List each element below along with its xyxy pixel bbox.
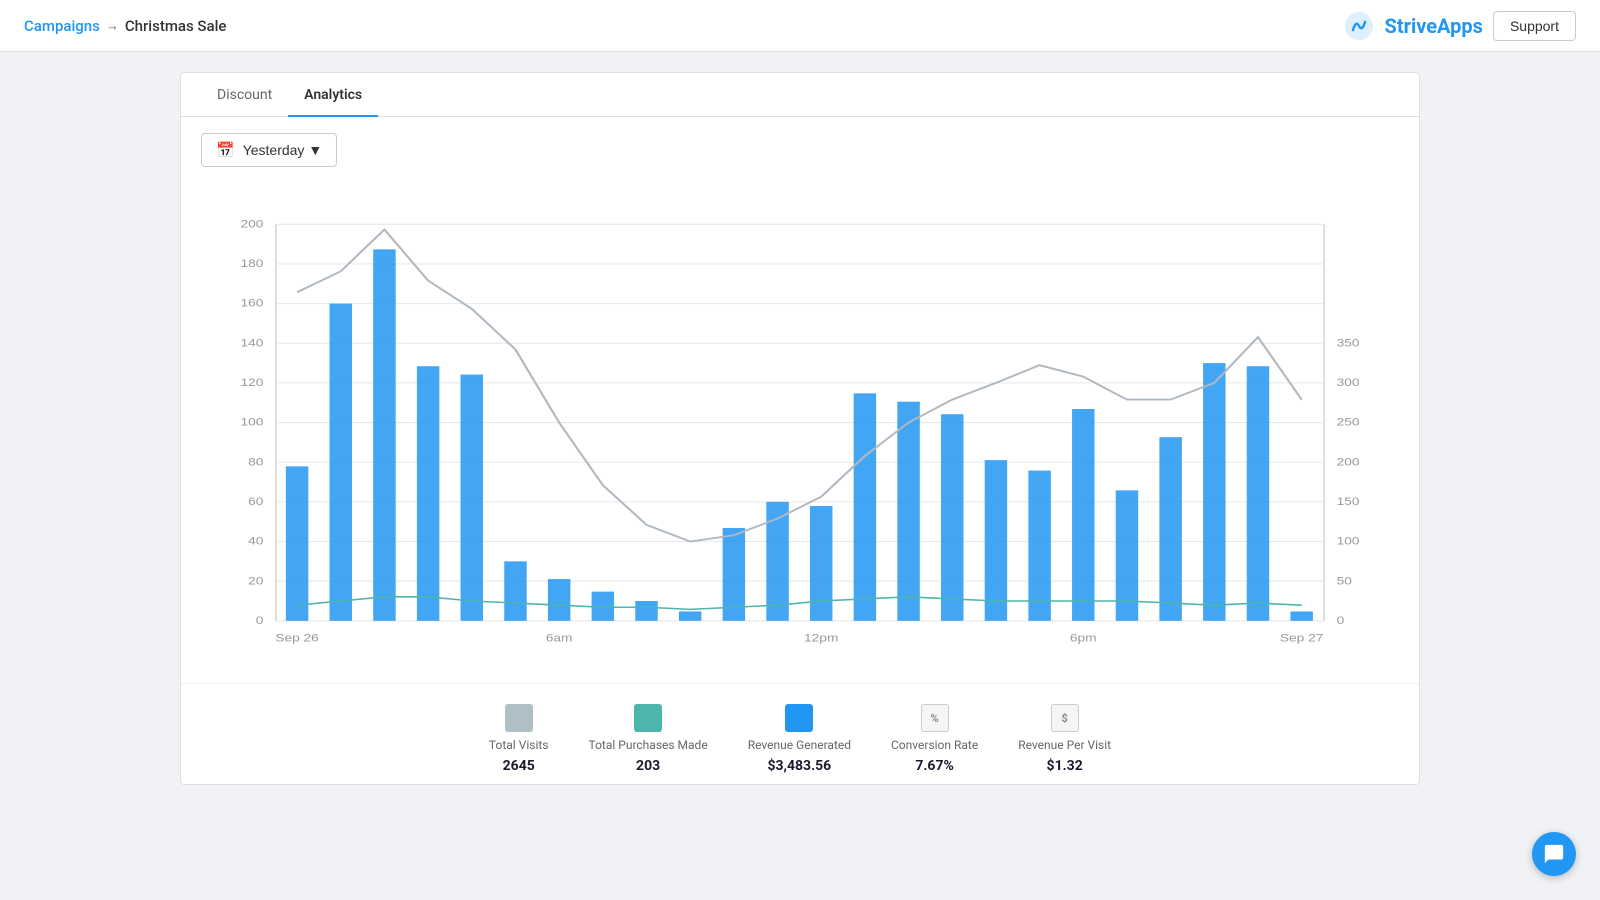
bar-11 [766, 502, 788, 621]
date-filter-button[interactable]: 📅 Yesterday ▼ [201, 133, 337, 167]
logo-area: StriveApps Support [1343, 10, 1576, 42]
bar-17 [1028, 471, 1050, 621]
svg-text:250: 250 [1337, 416, 1360, 429]
revenue-per-visit-value: $1.32 [1047, 758, 1083, 774]
legend-revenue-generated: Revenue Generated $3,483.56 [748, 704, 851, 774]
conversion-line [297, 597, 1302, 610]
strive-apps-logo-icon [1343, 10, 1375, 42]
svg-text:Sep 26: Sep 26 [275, 632, 318, 645]
svg-text:6pm: 6pm [1070, 632, 1097, 645]
revenue-generated-label: Revenue Generated [748, 738, 851, 752]
legend-total-purchases: Total Purchases Made 203 [588, 704, 707, 774]
svg-text:0: 0 [1337, 614, 1345, 627]
bar-15 [941, 414, 963, 621]
bar-13 [854, 393, 876, 620]
legend-revenue-per-visit: $ Revenue Per Visit $1.32 [1018, 704, 1111, 774]
svg-text:350: 350 [1337, 336, 1360, 349]
bar-18 [1072, 409, 1094, 621]
svg-text:100: 100 [1337, 535, 1360, 548]
svg-text:40: 40 [248, 535, 263, 548]
breadcrumb-current: Christmas Sale [125, 17, 227, 35]
bar-0 [286, 466, 308, 620]
conversion-rate-swatch: % [921, 704, 949, 732]
svg-text:12pm: 12pm [804, 632, 838, 645]
revenue-line [297, 230, 1302, 542]
support-button[interactable]: Support [1493, 11, 1576, 41]
header: Campaigns → Christmas Sale StriveApps Su… [0, 0, 1600, 52]
bar-3 [417, 366, 439, 621]
tab-analytics[interactable]: Analytics [288, 73, 378, 117]
svg-text:60: 60 [248, 495, 263, 508]
chat-icon [1543, 843, 1565, 865]
tabs: Discount Analytics [181, 73, 1419, 117]
svg-text:0: 0 [256, 614, 264, 627]
bar-12 [810, 506, 832, 621]
svg-text:50: 50 [1337, 574, 1352, 587]
svg-text:100: 100 [241, 416, 264, 429]
bar-9 [679, 611, 701, 620]
total-visits-value: 2645 [503, 758, 535, 774]
bar-21 [1203, 363, 1225, 621]
total-purchases-value: 203 [636, 758, 660, 774]
svg-text:140: 140 [241, 336, 264, 349]
svg-text:200: 200 [241, 217, 264, 230]
chart-wrapper: .grid-line { stroke: #e8e8e8; stroke-wid… [181, 183, 1419, 673]
date-filter-label: Yesterday ▼ [243, 142, 323, 158]
bar-4 [461, 375, 483, 621]
breadcrumb: Campaigns → Christmas Sale [24, 17, 226, 35]
revenue-generated-value: $3,483.56 [767, 758, 831, 774]
bar-2 [373, 249, 395, 620]
main-content: Discount Analytics 📅 Yesterday ▼ .grid-l… [0, 52, 1600, 805]
bar-8 [635, 601, 657, 621]
bar-14 [897, 402, 919, 621]
svg-text:300: 300 [1337, 376, 1360, 389]
svg-text:180: 180 [241, 257, 264, 270]
total-purchases-label: Total Purchases Made [588, 738, 707, 752]
bar-6 [548, 579, 570, 621]
legend-conversion-rate: % Conversion Rate 7.67% [891, 704, 978, 774]
bar-5 [504, 561, 526, 620]
bar-16 [985, 460, 1007, 621]
svg-text:200: 200 [1337, 455, 1360, 468]
main-chart-svg: .grid-line { stroke: #e8e8e8; stroke-wid… [201, 193, 1399, 673]
legend-total-visits: Total Visits 2645 [489, 704, 549, 774]
svg-text:160: 160 [241, 297, 264, 310]
analytics-card: Discount Analytics 📅 Yesterday ▼ .grid-l… [180, 72, 1420, 785]
logo-text: StriveApps [1385, 14, 1483, 38]
total-visits-swatch [505, 704, 533, 732]
total-purchases-swatch [634, 704, 662, 732]
chart-svg-container: .grid-line { stroke: #e8e8e8; stroke-wid… [201, 193, 1399, 673]
revenue-generated-swatch [785, 704, 813, 732]
bar-20 [1159, 437, 1181, 621]
filter-bar: 📅 Yesterday ▼ [181, 117, 1419, 183]
legend: Total Visits 2645 Total Purchases Made 2… [181, 683, 1419, 784]
conversion-rate-label: Conversion Rate [891, 738, 978, 752]
svg-text:150: 150 [1337, 495, 1360, 508]
total-visits-label: Total Visits [489, 738, 549, 752]
bar-1 [330, 304, 352, 621]
bar-22 [1247, 366, 1269, 621]
breadcrumb-campaigns-link[interactable]: Campaigns [24, 17, 100, 35]
svg-text:80: 80 [248, 455, 263, 468]
tab-discount[interactable]: Discount [201, 73, 288, 117]
svg-text:Sep 27: Sep 27 [1280, 632, 1323, 645]
calendar-icon: 📅 [216, 141, 235, 159]
svg-text:6am: 6am [546, 632, 573, 645]
revenue-per-visit-swatch: $ [1051, 704, 1079, 732]
svg-text:120: 120 [241, 376, 264, 389]
bar-23 [1290, 611, 1312, 620]
conversion-rate-value: 7.67% [915, 758, 954, 774]
svg-text:20: 20 [248, 574, 263, 587]
breadcrumb-arrow: → [106, 18, 119, 34]
chat-bubble-button[interactable] [1532, 832, 1576, 876]
revenue-per-visit-label: Revenue Per Visit [1018, 738, 1111, 752]
